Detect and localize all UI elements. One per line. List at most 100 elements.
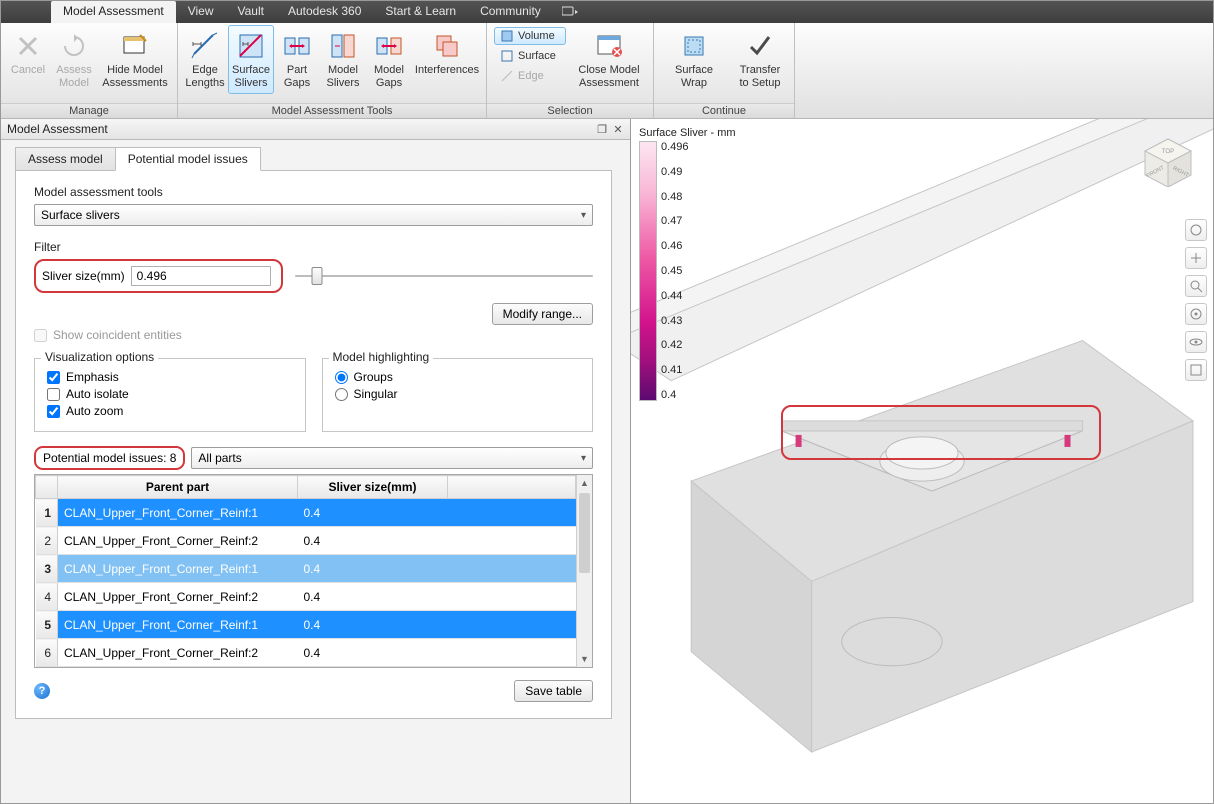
close-model-assessment-button[interactable]: Close Model Assessment xyxy=(569,25,649,94)
ribbon-group-manage: Cancel Assess Model Hide Model Assessmen… xyxy=(1,23,178,118)
legend-tick: 0.43 xyxy=(661,315,689,327)
look-icon[interactable] xyxy=(1185,331,1207,353)
help-icon[interactable]: ? xyxy=(34,683,50,699)
legend-tick: 0.4 xyxy=(661,389,689,401)
3d-viewport[interactable]: Surface Sliver - mm 0.4960.490.480.470.4… xyxy=(631,119,1213,803)
pan-icon[interactable] xyxy=(1185,247,1207,269)
color-legend: Surface Sliver - mm 0.4960.490.480.470.4… xyxy=(639,127,736,401)
surface-wrap-button[interactable]: Surface Wrap xyxy=(658,25,730,94)
menu-tab-view[interactable]: View xyxy=(176,1,226,23)
panel-title: Model Assessment xyxy=(7,122,108,136)
table-scrollbar[interactable]: ▲ ▼ xyxy=(576,475,592,667)
tools-dropdown[interactable]: Surface slivers ▾ xyxy=(34,204,593,226)
refresh-icon xyxy=(58,30,90,62)
table-row[interactable]: 6CLAN_Upper_Front_Corner_Reinf:20.4 xyxy=(36,639,576,667)
model-assessment-panel: Model Assessment ❐ ✕ Assess model Potent… xyxy=(1,119,631,803)
volume-toggle[interactable]: Volume xyxy=(494,27,566,45)
edge-icon xyxy=(189,30,221,62)
table-row[interactable]: 1CLAN_Upper_Front_Corner_Reinf:10.4 xyxy=(36,499,576,527)
close-panel-icon xyxy=(593,30,625,62)
legend-tick: 0.49 xyxy=(661,166,689,178)
legend-gradient xyxy=(639,141,657,401)
emphasis-checkbox[interactable] xyxy=(47,371,60,384)
table-row[interactable]: 3CLAN_Upper_Front_Corner_Reinf:10.4 xyxy=(36,555,576,583)
legend-tick: 0.41 xyxy=(661,364,689,376)
ribbon-group-assess-tools: Edge Lengths Surface Slivers Part Gaps M… xyxy=(178,23,487,118)
part-gaps-button[interactable]: Part Gaps xyxy=(274,25,320,94)
scroll-down-icon[interactable]: ▼ xyxy=(577,651,592,667)
coincident-label: Show coincident entities xyxy=(53,328,182,342)
legend-tick: 0.46 xyxy=(661,240,689,252)
sliver-size-slider[interactable] xyxy=(295,266,593,286)
legend-tick: 0.42 xyxy=(661,339,689,351)
ribbon-group-continue: Surface Wrap Transfer to Setup Continue xyxy=(654,23,794,118)
menubar: Model Assessment View Vault Autodesk 360… xyxy=(1,1,1213,23)
assess-model-button[interactable]: Assess Model xyxy=(51,25,97,94)
help-dropdown-icon[interactable] xyxy=(561,1,579,23)
edge2-icon xyxy=(500,69,514,83)
ribbon-group-selection: Volume Surface Edge Close Model Assessme… xyxy=(487,23,654,118)
check-icon xyxy=(744,30,776,62)
chevron-down-icon: ▾ xyxy=(581,210,586,221)
surface-icon xyxy=(500,49,514,63)
coincident-checkbox xyxy=(34,329,47,342)
tab-assess-model[interactable]: Assess model xyxy=(15,147,116,171)
zoom-icon[interactable] xyxy=(1185,275,1207,297)
issue-highlight-box xyxy=(781,405,1101,460)
cancel-button[interactable]: Cancel xyxy=(5,25,51,82)
table-row[interactable]: 4CLAN_Upper_Front_Corner_Reinf:20.4 xyxy=(36,583,576,611)
parts-filter-dropdown[interactable]: All parts ▾ xyxy=(191,447,593,469)
legend-tick: 0.496 xyxy=(661,141,689,153)
interf-icon xyxy=(431,30,463,62)
sliver-size-input[interactable]: 0.496 xyxy=(131,266,271,286)
menu-tab-vault[interactable]: Vault xyxy=(226,1,276,23)
orbit-icon[interactable] xyxy=(1185,303,1207,325)
gap-icon xyxy=(281,30,313,62)
table-row[interactable]: 2CLAN_Upper_Front_Corner_Reinf:20.4 xyxy=(36,527,576,555)
model-slivers-button[interactable]: Model Slivers xyxy=(320,25,366,94)
nav-wheel-icon[interactable] xyxy=(1185,219,1207,241)
svg-text:TOP: TOP xyxy=(1162,149,1174,155)
groups-radio[interactable] xyxy=(335,371,348,384)
auto-isolate-checkbox[interactable] xyxy=(47,388,60,401)
issues-count: Potential model issues: 8 xyxy=(34,446,185,470)
transfer-setup-button[interactable]: Transfer to Setup xyxy=(730,25,790,94)
col-sliver-size[interactable]: Sliver size(mm) xyxy=(298,476,448,499)
tab-potential-issues[interactable]: Potential model issues xyxy=(115,147,261,171)
sliver-size-label: Sliver size(mm) xyxy=(42,269,125,283)
volume-icon xyxy=(500,29,514,43)
menu-tab-autodesk360[interactable]: Autodesk 360 xyxy=(276,1,373,23)
legend-title: Surface Sliver - mm xyxy=(639,127,736,139)
hide-assessments-button[interactable]: Hide Model Assessments xyxy=(97,25,173,94)
fit-icon[interactable] xyxy=(1185,359,1207,381)
sliver2-icon xyxy=(327,30,359,62)
singular-radio[interactable] xyxy=(335,388,348,401)
surface-toggle[interactable]: Surface xyxy=(494,47,566,65)
sliver-size-highlight: Sliver size(mm) 0.496 xyxy=(34,259,283,293)
legend-tick: 0.45 xyxy=(661,265,689,277)
legend-tick: 0.44 xyxy=(661,290,689,302)
chevron-down-icon: ▾ xyxy=(581,453,586,464)
menu-tab-community[interactable]: Community xyxy=(468,1,553,23)
scroll-up-icon[interactable]: ▲ xyxy=(577,475,592,491)
interferences-button[interactable]: Interferences xyxy=(412,25,482,82)
edge-lengths-button[interactable]: Edge Lengths xyxy=(182,25,228,94)
viewcube[interactable]: TOP FRONT RIGHT xyxy=(1141,137,1195,187)
model-gaps-button[interactable]: Model Gaps xyxy=(366,25,412,94)
close-icon[interactable]: ✕ xyxy=(612,123,624,135)
menu-tab-model-assessment[interactable]: Model Assessment xyxy=(51,1,176,23)
undock-icon[interactable]: ❐ xyxy=(596,123,608,135)
modify-range-button[interactable]: Modify range... xyxy=(492,303,593,325)
save-table-button[interactable]: Save table xyxy=(514,680,593,702)
issues-table: Parent part Sliver size(mm) 1CLAN_Upper_… xyxy=(34,474,593,668)
viewport-tools xyxy=(1183,219,1209,381)
auto-zoom-checkbox[interactable] xyxy=(47,405,60,418)
surface-slivers-button[interactable]: Surface Slivers xyxy=(228,25,274,94)
table-row[interactable]: 5CLAN_Upper_Front_Corner_Reinf:10.4 xyxy=(36,611,576,639)
menu-tab-start-learn[interactable]: Start & Learn xyxy=(373,1,468,23)
gap2-icon xyxy=(373,30,405,62)
col-parent-part[interactable]: Parent part xyxy=(58,476,298,499)
wrap-icon xyxy=(678,30,710,62)
ribbon: Cancel Assess Model Hide Model Assessmen… xyxy=(1,23,1213,119)
tools-label: Model assessment tools xyxy=(34,185,593,199)
